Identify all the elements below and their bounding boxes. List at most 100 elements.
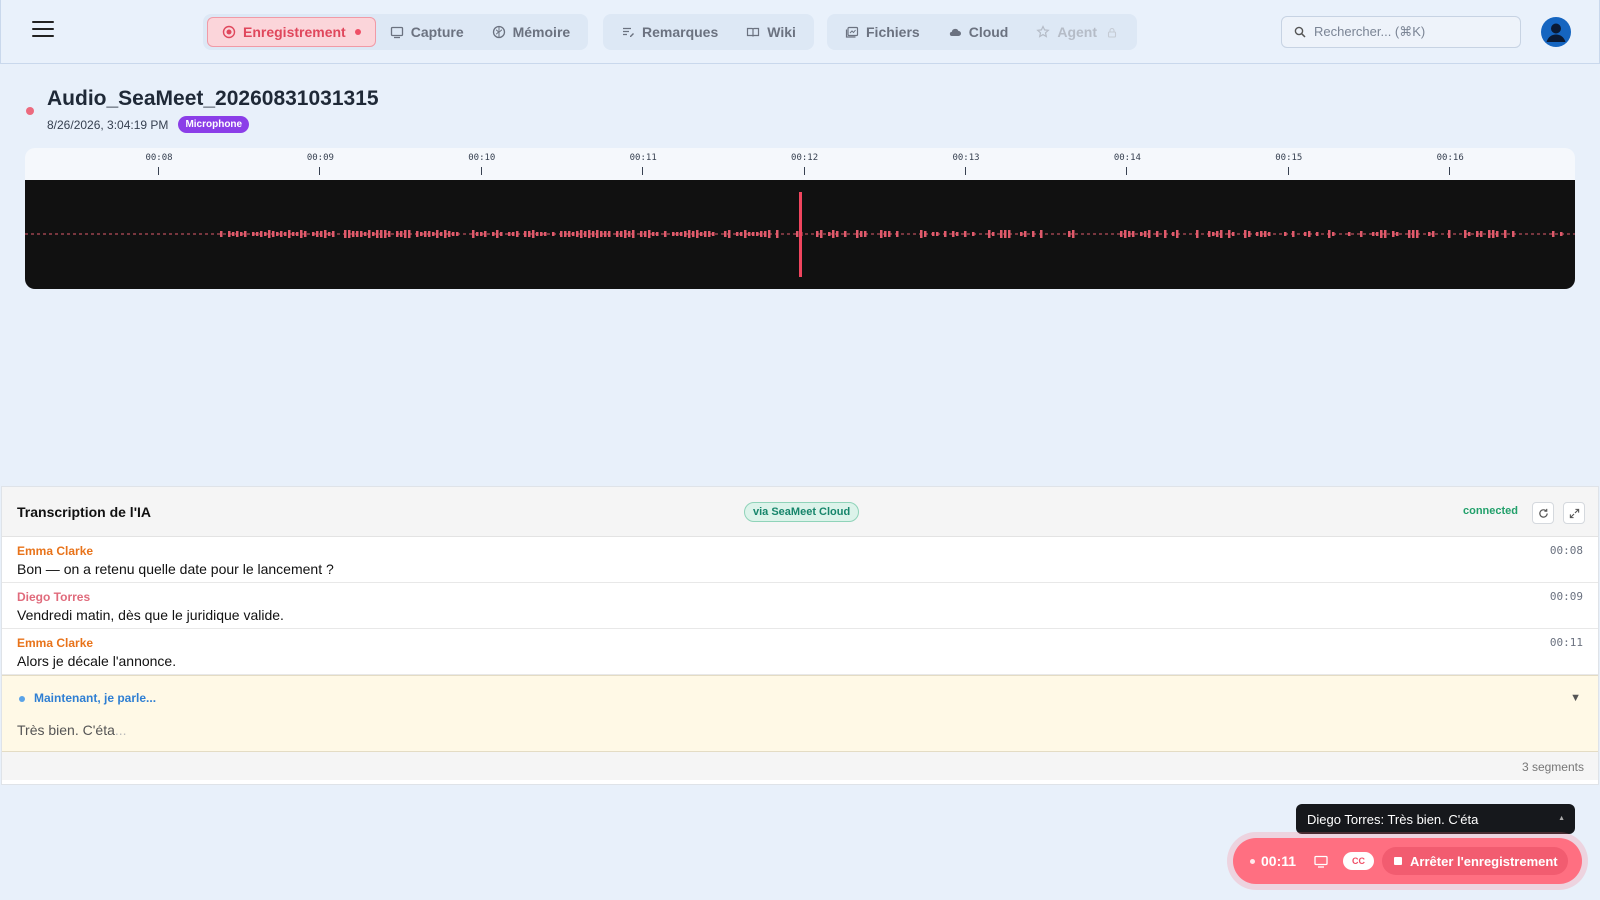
waveform-bar [232, 232, 235, 236]
tab-label: Agent [1057, 24, 1098, 40]
live-text: Très bien. C'éta... [17, 722, 127, 738]
chevron-up-icon[interactable]: ▲ [1558, 815, 1565, 822]
tab-label: Enregistrement [243, 24, 346, 40]
search-placeholder: Rechercher... (⌘K) [1314, 24, 1426, 39]
search-input[interactable]: Rechercher... (⌘K) [1281, 16, 1521, 48]
waveform-bar [736, 232, 739, 236]
tab-group-notes: Remarques Wiki [603, 14, 814, 50]
waveform-graphic [25, 192, 1575, 277]
waveform-bar [656, 232, 659, 236]
waveform-bar [1020, 232, 1023, 236]
transcript-segment[interactable]: Diego Torres Vendredi matin, dès que le … [2, 583, 1598, 629]
waveform-bar [528, 231, 531, 237]
tab-memoire[interactable]: Mémoire [478, 17, 585, 47]
tab-wiki[interactable]: Wiki [732, 17, 810, 47]
waveform-bar [1212, 232, 1215, 236]
waveform-bar [692, 231, 695, 237]
stop-recording-button[interactable]: Arrêter l'enregistrement [1382, 847, 1568, 875]
tab-enregistrement[interactable]: Enregistrement [207, 17, 376, 47]
timeline-tick: 00:14 [1097, 148, 1157, 175]
waveform-bar [540, 232, 543, 236]
waveform-bar [1216, 231, 1219, 237]
waveform-bar [696, 230, 699, 238]
waveform-bar [764, 231, 767, 237]
waveform-bar [1004, 230, 1007, 238]
tab-cloud[interactable]: Cloud [934, 17, 1023, 47]
tab-remarques[interactable]: Remarques [607, 17, 732, 47]
tab-group-files: Fichiers Cloud Agent [827, 14, 1138, 50]
tab-label: Capture [410, 24, 464, 40]
waveform-bar [1008, 230, 1011, 238]
captions-toggle[interactable]: CC [1343, 852, 1375, 870]
waveform-bar [1432, 231, 1435, 237]
waveform-bar [572, 232, 575, 236]
expand-button[interactable] [1563, 502, 1585, 524]
waveform-bar [1032, 231, 1035, 237]
recording-title: Audio_SeaMeet_20260831031315 [47, 87, 379, 110]
waveform-bar [332, 231, 335, 237]
tab-label: Remarques [642, 24, 719, 40]
waveform-bar [284, 232, 287, 236]
playhead[interactable] [799, 192, 802, 277]
waveform-bar [604, 231, 607, 237]
waveform-bar [1512, 231, 1515, 237]
waveform-bar [444, 230, 447, 238]
refresh-button[interactable] [1532, 502, 1554, 524]
waveform-bar [676, 232, 679, 236]
waveform-bar [648, 230, 651, 238]
book-icon [746, 25, 760, 39]
waveform-bar [236, 231, 239, 237]
waveform-bar [544, 232, 547, 236]
waveform-bar [508, 232, 511, 236]
transcript-segment[interactable]: Emma Clarke Bon — on a retenu quelle dat… [2, 537, 1598, 583]
transcript-segment[interactable]: Emma Clarke Alors je décale l'annonce. 0… [2, 629, 1598, 675]
segment-timestamp[interactable]: 00:09 [1550, 590, 1583, 603]
waveform-bar [644, 231, 647, 237]
tab-capture[interactable]: Capture [376, 17, 478, 47]
segment-timestamp[interactable]: 00:11 [1550, 636, 1583, 649]
waveform-bar [300, 230, 303, 238]
waveform-bar [1176, 230, 1179, 238]
waveform-bar [424, 231, 427, 237]
waveform-bar [608, 231, 611, 237]
waveform-bar [1316, 232, 1319, 236]
timeline-ruler[interactable]: 00:08 00:09 00:10 00:11 00:12 00:13 00:14 00:15… [25, 148, 1575, 180]
waveform-bar [628, 231, 631, 237]
waveform-bar [360, 231, 363, 237]
tab-group-record: Enregistrement Capture Mémoire [203, 14, 589, 50]
waveform-bar [864, 231, 867, 237]
screen-icon [390, 25, 404, 39]
waveform-bar [1492, 230, 1495, 238]
waveform-bar [1476, 231, 1479, 237]
hamburger-menu-button[interactable] [32, 21, 54, 41]
waveform-bar [1260, 231, 1263, 237]
screen-capture-button[interactable] [1314, 855, 1328, 868]
waveform-bar [1244, 230, 1247, 238]
chevron-down-icon[interactable]: ▼ [1570, 692, 1581, 704]
tab-fichiers[interactable]: Fichiers [831, 17, 934, 47]
live-caption-toast[interactable]: Diego Torres: Très bien. C'éta ▲ [1296, 804, 1575, 834]
waveform-bar [1220, 230, 1223, 238]
waveform-bar [1304, 232, 1307, 236]
waveform-bar [816, 231, 819, 237]
waveform-bar [1248, 231, 1251, 237]
waveform-bar [964, 231, 967, 237]
audio-waveform[interactable] [25, 180, 1575, 289]
lock-icon [1105, 25, 1119, 39]
waveform-bar [992, 232, 995, 236]
user-avatar-button[interactable] [1541, 17, 1571, 47]
user-icon [1546, 23, 1566, 42]
segment-timestamp[interactable]: 00:08 [1550, 544, 1583, 557]
tab-label: Wiki [767, 24, 796, 40]
waveform-bar [672, 232, 675, 236]
tab-agent[interactable]: Agent [1022, 17, 1133, 47]
waveform-bar [1024, 231, 1027, 237]
waveform-bar [268, 230, 271, 238]
waveform-bar [244, 231, 247, 237]
segment-text: Alors je décale l'annonce. [17, 653, 177, 669]
live-label: Maintenant, je parle... [34, 691, 157, 705]
waveform-bar [1124, 230, 1127, 238]
waveform-bar [1208, 231, 1211, 237]
tab-label: Fichiers [866, 24, 920, 40]
waveform-bar [860, 231, 863, 237]
